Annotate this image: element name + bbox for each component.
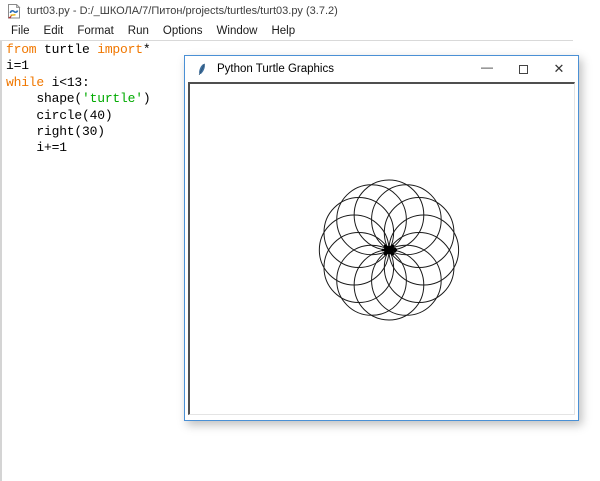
turtle-window-title: Python Turtle Graphics xyxy=(217,63,334,75)
editor-left-border xyxy=(0,41,2,481)
tk-feather-icon xyxy=(196,62,208,76)
menu-separator xyxy=(0,40,573,41)
menu-bar: FileEditFormatRunOptionsWindowHelp xyxy=(0,22,573,40)
menu-window[interactable]: Window xyxy=(210,23,265,39)
maximize-button[interactable] xyxy=(505,56,541,82)
idle-titlebar[interactable]: turt03.py - D:/_ШКОЛА/7/Питон/projects/t… xyxy=(0,0,600,22)
menu-edit[interactable]: Edit xyxy=(37,23,71,39)
window-controls: — ✕ xyxy=(469,56,577,82)
turtle-graphics-window: Python Turtle Graphics — ✕ xyxy=(184,55,579,421)
menu-format[interactable]: Format xyxy=(70,23,120,39)
close-button[interactable]: ✕ xyxy=(541,56,577,82)
minimize-icon: — xyxy=(481,62,493,72)
screenshot-root: turt03.py - D:/_ШКОЛА/7/Питон/projects/t… xyxy=(0,0,600,481)
close-icon: ✕ xyxy=(554,61,565,77)
turtle-canvas xyxy=(188,82,575,415)
menu-file[interactable]: File xyxy=(4,23,37,39)
minimize-button[interactable]: — xyxy=(469,56,505,82)
menu-help[interactable]: Help xyxy=(264,23,302,39)
maximize-icon xyxy=(519,65,528,74)
idle-file-icon xyxy=(7,4,21,19)
idle-window-title: turt03.py - D:/_ШКОЛА/7/Питон/projects/t… xyxy=(27,5,338,17)
menu-options[interactable]: Options xyxy=(156,23,210,39)
spirograph-svg xyxy=(190,84,574,414)
menu-run[interactable]: Run xyxy=(121,23,156,39)
